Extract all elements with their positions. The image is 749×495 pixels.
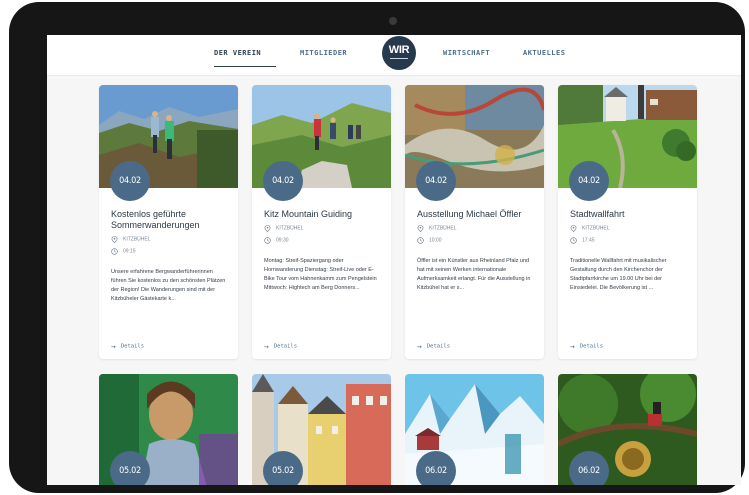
details-link[interactable]: → Details <box>264 342 297 351</box>
arrow-right-icon: → <box>570 342 575 351</box>
nav-item-mitglieder[interactable]: MITGLIEDER <box>300 49 347 57</box>
event-description: Unsere erfahrene Bergwanderführerinnen f… <box>111 269 226 302</box>
event-card[interactable]: 05.02 <box>252 374 391 485</box>
website-screen: DER VEREIN MITGLIEDER WIR WIRTSCHAFT AKT… <box>47 35 741 485</box>
event-description: Montag: Streif-Spaziergang oder Hornwand… <box>264 258 377 291</box>
date-badge: 06.02 <box>569 451 609 485</box>
arrow-right-icon: → <box>111 342 116 351</box>
date-badge: 04.02 <box>110 161 150 201</box>
event-card[interactable]: 04.02 Stadtwallfahrt KITZBÜHEL 17:45 Tra… <box>558 85 697 359</box>
laptop-frame: DER VEREIN MITGLIEDER WIR WIRTSCHAFT AKT… <box>9 2 745 493</box>
date-badge: 05.02 <box>110 451 150 485</box>
map-pin-icon <box>417 225 424 232</box>
location-label: KITZBÜHEL <box>582 225 610 232</box>
clock-icon <box>417 237 424 244</box>
event-card[interactable]: 06.02 <box>405 374 544 485</box>
event-title[interactable]: Kostenlos geführte Sommerwanderungen <box>111 209 231 231</box>
time-label: 09:30 <box>276 237 289 244</box>
event-description: Öffler ist ein Künstler aus Rheinland Pf… <box>417 258 531 291</box>
time-label: 17:45 <box>582 237 595 244</box>
details-label: Details <box>120 343 145 350</box>
details-link[interactable]: → Details <box>570 342 603 351</box>
arrow-right-icon: → <box>417 342 422 351</box>
event-title[interactable]: Stadtwallfahrt <box>570 209 690 220</box>
nav-item-der-verein[interactable]: DER VEREIN <box>214 49 261 57</box>
date-badge: 06.02 <box>416 451 456 485</box>
map-pin-icon <box>570 225 577 232</box>
details-label: Details <box>273 343 298 350</box>
time-label: 09:15 <box>123 248 136 255</box>
event-card[interactable]: 04.02 Ausstellung Michael Öffler KITZBÜH… <box>405 85 544 359</box>
clock-icon <box>570 237 577 244</box>
event-location: KITZBÜHEL <box>417 225 457 232</box>
location-label: KITZBÜHEL <box>123 236 151 243</box>
map-pin-icon <box>264 225 271 232</box>
location-label: KITZBÜHEL <box>429 225 457 232</box>
time-label: 10:00 <box>429 237 442 244</box>
clock-icon <box>111 248 118 255</box>
event-description: Traditionelle Wallfahrt mit musikalische… <box>570 258 667 291</box>
details-link[interactable]: → Details <box>111 342 144 351</box>
event-card[interactable]: 04.02 Kitz Mountain Guiding KITZBÜHEL 09… <box>252 85 391 359</box>
event-time: 17:45 <box>570 237 595 244</box>
event-time: 09:15 <box>111 248 136 255</box>
event-location: KITZBÜHEL <box>570 225 610 232</box>
location-label: KITZBÜHEL <box>276 225 304 232</box>
date-badge: 05.02 <box>263 451 303 485</box>
event-title[interactable]: Kitz Mountain Guiding <box>264 209 384 220</box>
nav-active-underline <box>214 66 276 67</box>
details-label: Details <box>426 343 451 350</box>
details-link[interactable]: → Details <box>417 342 450 351</box>
date-badge: 04.02 <box>416 161 456 201</box>
arrow-right-icon: → <box>264 342 269 351</box>
camera-dot <box>389 17 397 25</box>
event-location: KITZBÜHEL <box>264 225 304 232</box>
map-pin-icon <box>111 236 118 243</box>
event-card[interactable]: 06.02 <box>558 374 697 485</box>
wir-logo[interactable]: WIR <box>382 36 416 70</box>
event-time: 10:00 <box>417 237 442 244</box>
top-navigation: DER VEREIN MITGLIEDER WIR WIRTSCHAFT AKT… <box>47 35 741 76</box>
logo-text: WIR <box>388 44 410 56</box>
event-time: 09:30 <box>264 237 289 244</box>
event-title[interactable]: Ausstellung Michael Öffler <box>417 209 537 220</box>
event-location: KITZBÜHEL <box>111 236 151 243</box>
date-badge: 04.02 <box>569 161 609 201</box>
date-badge: 04.02 <box>263 161 303 201</box>
nav-item-wirtschaft[interactable]: WIRTSCHAFT <box>443 49 490 57</box>
nav-item-aktuelles[interactable]: AKTUELLES <box>523 49 565 57</box>
logo-underline <box>390 58 408 59</box>
details-label: Details <box>579 343 604 350</box>
event-card[interactable]: 05.02 <box>99 374 238 485</box>
event-card[interactable]: 04.02 Kostenlos geführte Sommerwanderung… <box>99 85 238 359</box>
clock-icon <box>264 237 271 244</box>
